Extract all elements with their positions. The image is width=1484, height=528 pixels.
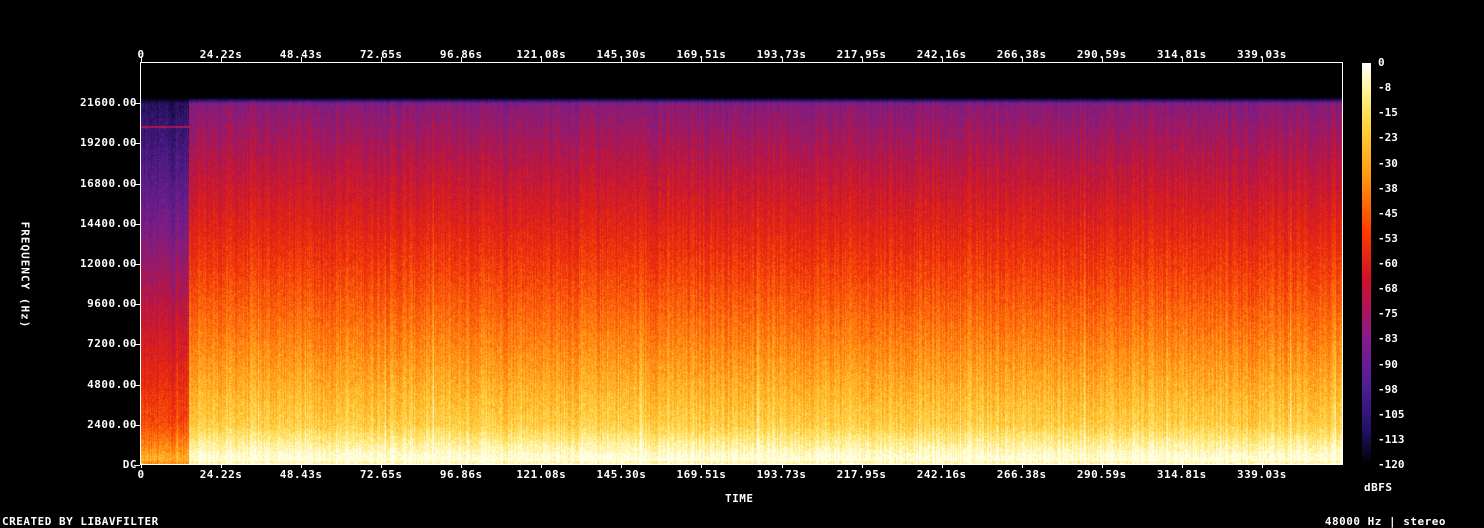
x-tick-label: 193.73s — [756, 468, 807, 481]
colorbar-tick-label: -60 — [1378, 257, 1398, 270]
colorbar-tick-label: -53 — [1378, 231, 1398, 245]
y-tick-mark — [134, 223, 140, 225]
colorbar-tick-label: -68 — [1378, 282, 1398, 296]
colorbar-tick-label: -90 — [1378, 357, 1398, 371]
y-tick-label: 21600.00 — [80, 96, 137, 110]
y-tick-mark — [134, 344, 140, 346]
x-tick-mark — [781, 57, 783, 62]
x-tick-mark — [541, 463, 543, 468]
colorbar-tick-label: -105 — [1378, 407, 1405, 421]
colorbar — [1362, 63, 1371, 465]
x-tick-mark — [301, 57, 303, 62]
y-tick-label: 9600.00 — [87, 297, 137, 311]
y-tick-label: 2400.00 — [87, 417, 137, 431]
x-tick-mark — [781, 463, 783, 468]
x-tick-label: 314.81s — [1156, 468, 1207, 481]
x-tick-mark — [1181, 57, 1183, 62]
x-tick-mark — [221, 463, 223, 468]
y-tick-mark — [134, 103, 140, 105]
x-tick-label: 242.16s — [916, 468, 967, 481]
x-tick-label: 217.95s — [836, 468, 887, 481]
x-tick-label: 48.43s — [279, 468, 323, 481]
x-tick-mark — [301, 463, 303, 468]
x-tick-mark — [621, 57, 623, 62]
x-tick-label: 72.65s — [359, 468, 403, 481]
x-tick-mark — [621, 463, 623, 468]
y-tick-label: 12000.00 — [80, 257, 137, 270]
x-tick-mark — [861, 57, 863, 62]
x-tick-label: 145.30s — [596, 468, 647, 481]
x-tick-mark — [701, 463, 703, 468]
colorbar-tick-label: -38 — [1378, 181, 1398, 195]
x-tick-mark — [221, 57, 223, 62]
x-tick-label: 0 — [137, 468, 145, 481]
y-tick-mark — [134, 384, 140, 386]
colorbar-tick-label: -113 — [1378, 432, 1405, 446]
colorbar-tick-label: -15 — [1378, 106, 1398, 120]
x-tick-label: 24.22s — [199, 468, 243, 481]
x-tick-label: 121.08s — [516, 468, 567, 481]
y-tick-mark — [134, 143, 140, 145]
x-tick-mark — [141, 57, 142, 62]
y-axis-label: FREQUENCY (Hz) — [18, 221, 32, 329]
y-tick-label: 19200.00 — [80, 136, 137, 150]
x-tick-mark — [1021, 463, 1023, 468]
colorbar-tick-label: -83 — [1378, 332, 1398, 346]
y-tick-label: 14400.00 — [80, 216, 137, 230]
y-tick-mark — [134, 264, 140, 265]
x-tick-mark — [1261, 463, 1263, 468]
colorbar-tick-label: -98 — [1378, 382, 1398, 396]
x-axis-label: TIME — [725, 492, 754, 505]
x-tick-mark — [861, 463, 863, 468]
x-tick-mark — [1181, 463, 1183, 468]
x-tick-mark — [141, 463, 142, 468]
x-tick-label: 339.03s — [1236, 468, 1287, 481]
x-tick-mark — [541, 57, 543, 62]
x-tick-mark — [461, 57, 463, 62]
x-tick-mark — [941, 57, 943, 62]
x-tick-mark — [1021, 57, 1023, 62]
colorbar-label: dBFS — [1364, 481, 1393, 494]
colorbar-tick-label: -120 — [1378, 458, 1405, 471]
colorbar-tick-label: -8 — [1378, 81, 1392, 95]
x-tick-mark — [1261, 57, 1263, 62]
x-tick-label: 290.59s — [1076, 468, 1127, 481]
x-tick-mark — [381, 57, 383, 62]
footer-credit: CREATED BY LIBAVFILTER — [2, 515, 159, 528]
colorbar-tick-label: -30 — [1378, 156, 1398, 170]
x-tick-label: 96.86s — [439, 468, 483, 481]
x-tick-label: 266.38s — [996, 468, 1047, 481]
x-tick-mark — [1101, 463, 1103, 468]
x-tick-label: 169.51s — [676, 468, 727, 481]
spectrogram-plot — [141, 63, 1342, 465]
y-tick-mark — [134, 465, 140, 466]
colorbar-tick-label: -45 — [1378, 206, 1398, 220]
colorbar-tick-label: -23 — [1378, 131, 1398, 145]
y-tick-label: 16800.00 — [80, 176, 137, 190]
x-tick-mark — [461, 463, 463, 468]
colorbar-tick-label: -75 — [1378, 307, 1398, 321]
x-tick-mark — [1101, 57, 1103, 62]
colorbar-tick-label: 0 — [1378, 56, 1385, 69]
y-tick-label: 4800.00 — [87, 377, 137, 391]
x-tick-mark — [381, 463, 383, 468]
x-tick-mark — [701, 57, 703, 62]
y-tick-mark — [134, 304, 140, 306]
y-tick-mark — [134, 424, 140, 426]
y-tick-label: 7200.00 — [87, 337, 137, 351]
x-tick-mark — [941, 463, 943, 468]
footer-audio-info: 48000 Hz | stereo — [1324, 515, 1446, 528]
y-tick-mark — [134, 183, 140, 185]
